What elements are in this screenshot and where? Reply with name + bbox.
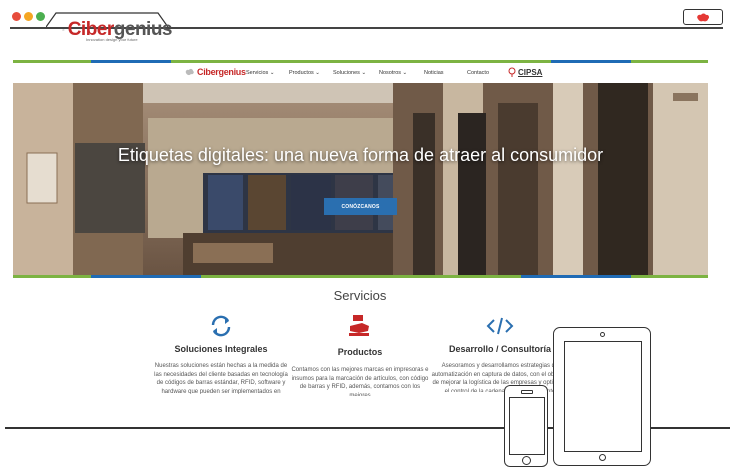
service-name: Soluciones Integrales: [174, 344, 268, 354]
hero-title: Etiquetas digitales: una nueva forma de …: [117, 145, 604, 165]
maximize-dot[interactable]: [36, 12, 45, 21]
tab-brand-logo: Cibergenius Innovation design your futur…: [62, 17, 173, 43]
extension-button[interactable]: [683, 9, 723, 25]
brain-icon: [62, 29, 65, 31]
service-card-soluciones[interactable]: Soluciones Integrales Nuestras solucione…: [151, 313, 291, 394]
nav-item-noticias[interactable]: Noticias: [424, 70, 444, 76]
service-description: Asesoramos y desarrollamos estrategias d…: [431, 363, 569, 392]
service-description: Nuestras soluciones están hechas a la me…: [154, 363, 288, 394]
refresh-icon: [211, 315, 231, 337]
hand-icon: [349, 315, 369, 336]
service-name: Productos: [337, 347, 383, 357]
services-title: Servicios: [333, 288, 387, 303]
nav-item-contacto[interactable]: Contacto: [467, 70, 489, 76]
minimize-dot[interactable]: [24, 12, 33, 21]
cipsa-flower-icon: [508, 67, 516, 77]
close-dot[interactable]: [12, 12, 21, 21]
site-navbar: Cibergenius Servicios ⌄ Productos ⌄ Solu…: [13, 63, 708, 83]
tablet-illustration: [553, 327, 651, 466]
mock-browser-header: Cibergenius Innovation design your futur…: [0, 0, 737, 44]
site-logo[interactable]: Cibergenius: [185, 67, 246, 77]
service-name: Desarrollo / Consultoría: [448, 344, 552, 354]
code-icon: [486, 317, 514, 335]
hero-cta-button[interactable]: CONÓZCANOS: [324, 198, 397, 215]
partner-logo[interactable]: CIPSA: [508, 67, 542, 77]
tab-brand-tagline: Innovation design your future: [86, 37, 138, 42]
bottom-color-stripe: [13, 275, 708, 278]
brain-badge-icon: [697, 13, 710, 21]
nav-item-servicios[interactable]: Servicios ⌄: [246, 70, 274, 76]
service-card-desarrollo[interactable]: Desarrollo / Consultoría Asesoramos y de…: [430, 313, 570, 392]
store-interior-image: [13, 83, 708, 275]
phone-illustration: [504, 385, 548, 467]
brain-icon: [185, 68, 194, 76]
nav-item-nosotros[interactable]: Nosotros ⌄: [379, 70, 407, 76]
hero-banner: Etiquetas digitales: una nueva forma de …: [13, 83, 708, 275]
service-description: Contamos con las mejores marcas en impre…: [291, 367, 429, 396]
service-card-productos[interactable]: Productos Contamos con las mejores marca…: [290, 313, 430, 396]
nav-item-productos[interactable]: Productos ⌄: [289, 70, 320, 76]
nav-item-soluciones[interactable]: Soluciones ⌄: [333, 70, 366, 76]
